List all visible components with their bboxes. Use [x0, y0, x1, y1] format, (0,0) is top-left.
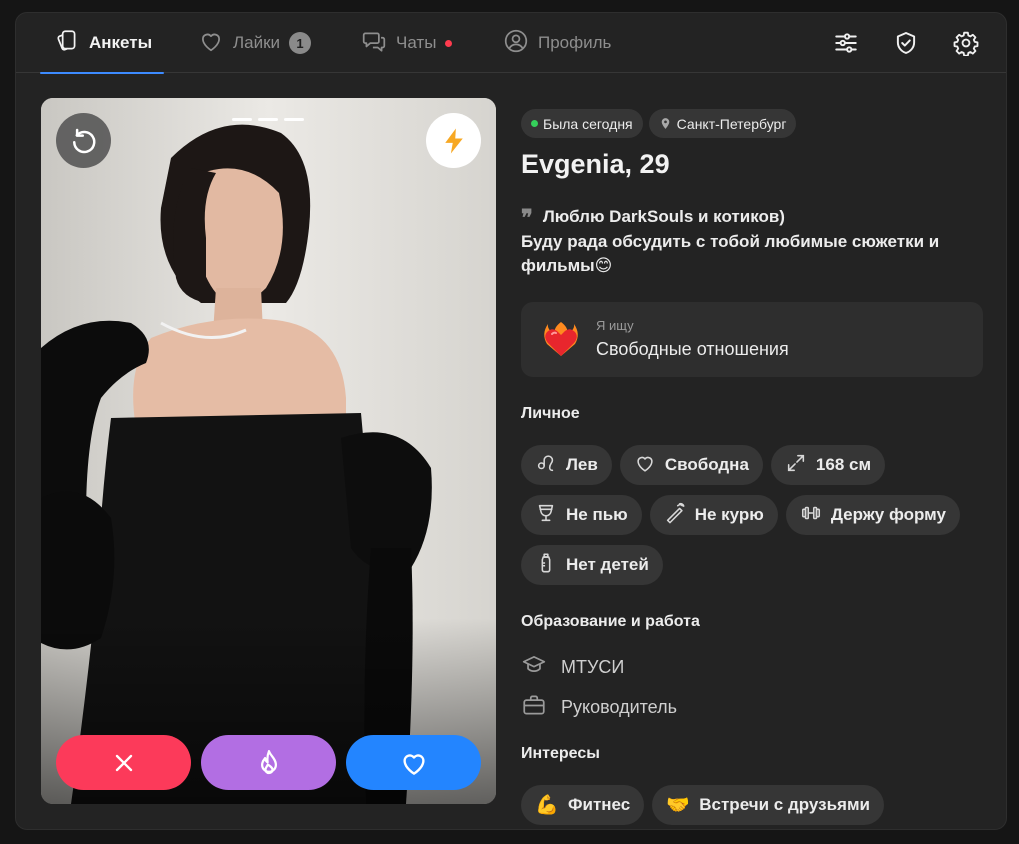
job-row: Руководитель	[521, 692, 677, 723]
cards-icon	[54, 28, 80, 59]
undo-button[interactable]	[56, 113, 111, 168]
expand-icon	[785, 452, 807, 479]
online-dot	[531, 120, 538, 127]
job-value: Руководитель	[561, 697, 677, 717]
likes-count-badge: 1	[289, 32, 312, 54]
close-icon	[110, 749, 138, 777]
tag-height: 168 см	[770, 445, 886, 485]
interest-friends: 🤝 Встречи с друзьями	[652, 785, 884, 825]
tab-label: Лайки	[233, 33, 281, 52]
dumbbell-icon	[800, 502, 822, 529]
photo-indicator	[232, 118, 252, 121]
interest-fitness: 💪 Фитнес	[521, 785, 645, 825]
profile-info: Была сегодня Санкт-Петербург Evgenia, 29…	[521, 13, 991, 829]
city-chip: Санкт-Петербург	[648, 109, 797, 138]
boost-button[interactable]	[426, 113, 481, 168]
tag-smoking: Не курю	[649, 495, 778, 535]
glass-icon	[535, 502, 557, 529]
dislike-button[interactable]	[56, 735, 191, 790]
tag-label: Держу форму	[830, 505, 946, 524]
interest-label: Встречи с друзьями	[699, 795, 870, 814]
photo-indicator	[284, 118, 304, 121]
undo-icon	[69, 126, 99, 156]
tab-label: Чаты	[396, 33, 437, 52]
quote-icon: ❞	[521, 205, 533, 231]
baby-bottle-icon	[535, 552, 557, 579]
photo-indicator	[258, 118, 278, 121]
education-value: МТУСИ	[561, 657, 625, 677]
tab-likes[interactable]: Лайки 1	[198, 13, 312, 73]
tab-profiles[interactable]: Анкеты	[39, 13, 165, 74]
leo-icon	[535, 452, 557, 479]
interests-section-title: Интересы	[521, 745, 600, 762]
profile-name-age: Evgenia, 29	[521, 149, 670, 179]
bio-line-1: Люблю DarkSouls и котиков)	[542, 207, 785, 226]
education-work-section-title: Образование и работа	[521, 613, 700, 630]
interest-label: Фитнес	[568, 795, 631, 814]
tag-zodiac: Лев	[521, 445, 612, 485]
like-button[interactable]	[346, 735, 481, 790]
bio-line-2: Буду рада обсудить с тобой любимые сюжет…	[521, 232, 940, 275]
chat-icon	[361, 28, 387, 59]
superlike-button[interactable]	[201, 735, 336, 790]
briefcase-icon	[521, 692, 547, 723]
personal-tags: Лев Свободна 168 см Не пью Не курю Держу…	[521, 445, 991, 585]
tab-label: Анкеты	[89, 33, 153, 52]
tag-label: Свободна	[664, 455, 749, 474]
online-status-chip: Была сегодня	[521, 109, 643, 138]
online-status: Была сегодня	[543, 115, 633, 132]
profile-photo-card[interactable]	[41, 98, 496, 804]
tag-label: Нет детей	[566, 555, 649, 574]
heart-icon	[634, 452, 656, 479]
fire-icon	[254, 748, 284, 778]
tag-relationship-status: Свободна	[619, 445, 763, 485]
heart-on-fire-emoji	[544, 322, 578, 356]
profile-bio: ❞ Люблю DarkSouls и котиков) Буду рада об…	[521, 205, 981, 278]
tag-children: Нет детей	[521, 545, 663, 585]
lightning-icon	[439, 126, 469, 156]
tag-alcohol: Не пью	[521, 495, 642, 535]
flexed-biceps-emoji: 💪	[535, 795, 559, 816]
personal-section-title: Личное	[521, 405, 580, 422]
education-row: МТУСИ	[521, 652, 624, 683]
no-smoking-icon	[664, 502, 686, 529]
tag-label: Лев	[566, 455, 598, 474]
location-pin-icon	[659, 117, 672, 130]
heart-icon	[198, 28, 224, 59]
city: Санкт-Петербург	[676, 115, 787, 132]
graduation-cap-icon	[521, 652, 547, 683]
app-window: Анкеты Лайки 1 Чаты Профиль Была сегодня…	[15, 12, 1007, 830]
profile-photo	[41, 98, 496, 804]
looking-for-value: Свободные отношения	[596, 339, 789, 359]
unread-dot	[445, 39, 453, 47]
tag-label: 168 см	[815, 455, 872, 474]
status-chips: Была сегодня Санкт-Петербург	[521, 109, 797, 138]
photo-indicators	[232, 118, 304, 121]
handshake-emoji: 🤝	[666, 795, 691, 816]
heart-icon	[399, 748, 429, 778]
looking-for-label: Я ищу	[596, 318, 634, 333]
smile-emoji: 😊	[594, 256, 613, 275]
tab-chats[interactable]: Чаты	[361, 13, 453, 73]
looking-for-card: Я ищу Свободные отношения	[521, 302, 983, 377]
tag-fitness: Держу форму	[785, 495, 960, 535]
tag-label: Не курю	[694, 505, 764, 524]
interest-tags: 💪 Фитнес 🤝 Встречи с друзьями	[521, 785, 991, 825]
tag-label: Не пью	[566, 505, 628, 524]
